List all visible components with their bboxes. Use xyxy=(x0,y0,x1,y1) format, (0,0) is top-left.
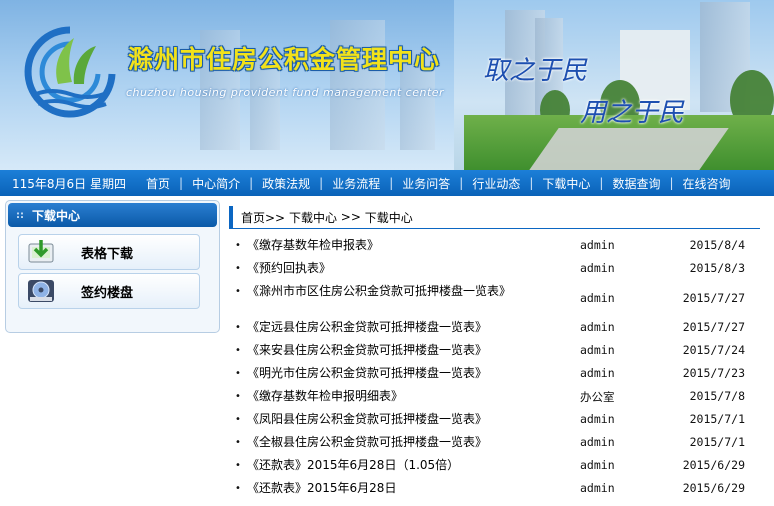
nav-separator: | xyxy=(529,176,534,190)
site-title: 滁州市住房公积金管理中心 xyxy=(128,45,441,74)
item-date: 2015/7/8 xyxy=(689,389,745,403)
download-link[interactable]: 《定远县住房公积金贷款可抵押楼盘一览表》 xyxy=(247,320,547,335)
nav-separator: | xyxy=(179,176,184,190)
sidebar-header: :: 下载中心 xyxy=(8,203,217,227)
nav-home[interactable]: 首页 xyxy=(140,175,176,192)
bullet-icon: • xyxy=(235,240,241,251)
item-date: 2015/6/29 xyxy=(682,458,745,472)
nav-separator: | xyxy=(599,176,604,190)
bullet-icon: • xyxy=(235,286,241,297)
bullet-icon: • xyxy=(235,263,241,274)
bullet-icon: • xyxy=(235,414,241,425)
nav-policies[interactable]: 政策法规 xyxy=(256,175,316,192)
download-list: • 《缴存基数年检申报表》 admin 2015/8/4 • 《预约回执表》 a… xyxy=(229,236,760,502)
main-content: 首页>> 下载中心 >> 下载中心 • 《缴存基数年检申报表》 admin 20… xyxy=(229,206,760,502)
download-icon xyxy=(25,237,57,267)
item-date: 2015/7/27 xyxy=(682,320,745,334)
bullet-icon: • xyxy=(235,460,241,471)
bullet-icon: • xyxy=(235,322,241,333)
item-author: admin xyxy=(580,343,615,357)
item-author: admin xyxy=(580,366,615,380)
site-banner: 滁州市住房公积金管理中心 chuzhou housing provident f… xyxy=(0,0,774,170)
breadcrumb-separator: >> xyxy=(340,210,361,224)
download-link[interactable]: 《凤阳县住房公积金贷款可抵押楼盘一览表》 xyxy=(247,412,547,427)
sidebar: :: 下载中心 表格下载 签约楼盘 xyxy=(5,200,220,333)
nav-process[interactable]: 业务流程 xyxy=(326,175,386,192)
list-item: • 《缴存基数年检申报表》 admin 2015/8/4 xyxy=(229,236,760,259)
list-item: • 《明光市住房公积金贷款可抵押楼盘一览表》 admin 2015/7/23 xyxy=(229,364,760,387)
banner-path xyxy=(529,128,729,170)
sidebar-item-label: 签约楼盘 xyxy=(81,285,134,301)
item-date: 2015/7/23 xyxy=(682,366,745,380)
item-date: 2015/8/3 xyxy=(689,261,745,275)
logo-icon xyxy=(24,26,116,118)
list-item: • 《还款表》2015年6月28日（1.05倍） admin 2015/6/29 xyxy=(229,456,760,479)
list-item: • 《定远县住房公积金贷款可抵押楼盘一览表》 admin 2015/7/27 xyxy=(229,318,760,341)
nav-separator: | xyxy=(319,176,324,190)
slogan-1: 取之于民 xyxy=(483,56,588,86)
breadcrumb-section[interactable]: 下载中心 xyxy=(289,209,337,226)
list-item: • 《凤阳县住房公积金贷款可抵押楼盘一览表》 admin 2015/7/1 xyxy=(229,410,760,433)
item-date: 2015/7/1 xyxy=(689,435,745,449)
nav-consult[interactable]: 在线咨询 xyxy=(677,175,737,192)
bullet-icon: • xyxy=(235,437,241,448)
list-item: • 《来安县住房公积金贷款可抵押楼盘一览表》 admin 2015/7/24 xyxy=(229,341,760,364)
nav-news[interactable]: 行业动态 xyxy=(466,175,526,192)
bullet-icon: • xyxy=(235,391,241,402)
list-item: • 《全椒县住房公积金贷款可抵押楼盘一览表》 admin 2015/7/1 xyxy=(229,433,760,456)
item-author: admin xyxy=(580,481,615,495)
nav-downloads[interactable]: 下载中心 xyxy=(536,175,596,192)
list-item: • 《还款表》2015年6月28日 admin 2015/6/29 xyxy=(229,479,760,502)
nav-faq[interactable]: 业务问答 xyxy=(396,175,456,192)
main-nav: 115年8月6日 星期四 首页 | 中心简介 | 政策法规 | 业务流程 | 业务问答 |… xyxy=(0,170,774,196)
nav-data-query[interactable]: 数据查询 xyxy=(606,175,666,192)
download-link[interactable]: 《滁州市市区住房公积金贷款可抵押楼盘一览表》 xyxy=(247,284,532,299)
list-item: • 《预约回执表》 admin 2015/8/3 xyxy=(229,259,760,282)
item-author: admin xyxy=(580,238,615,252)
list-item: • 《缴存基数年检申报明细表》 办公室 2015/7/8 xyxy=(229,387,760,410)
item-author: admin xyxy=(580,261,615,275)
sidebar-item-form-download[interactable]: 表格下载 xyxy=(18,234,200,270)
item-date: 2015/7/1 xyxy=(689,412,745,426)
bullet-icon: :: xyxy=(16,209,24,221)
nav-separator: | xyxy=(249,176,254,190)
item-author: admin xyxy=(580,412,615,426)
item-date: 2015/7/27 xyxy=(682,291,745,305)
nav-about[interactable]: 中心简介 xyxy=(186,175,246,192)
disc-icon xyxy=(25,276,57,306)
download-link[interactable]: 《预约回执表》 xyxy=(247,261,547,276)
list-item: • 《滁州市市区住房公积金贷款可抵押楼盘一览表》 admin 2015/7/27 xyxy=(229,282,760,318)
download-link[interactable]: 《明光市住房公积金贷款可抵押楼盘一览表》 xyxy=(247,366,547,381)
slogan-2: 用之于民 xyxy=(580,98,685,128)
download-link[interactable]: 《还款表》2015年6月28日（1.05倍） xyxy=(247,458,547,473)
sidebar-item-label: 表格下载 xyxy=(81,246,134,262)
bullet-icon: • xyxy=(235,368,241,379)
nav-separator: | xyxy=(669,176,674,190)
item-date: 2015/6/29 xyxy=(682,481,745,495)
item-author: admin xyxy=(580,320,615,334)
item-author: admin xyxy=(580,458,615,472)
download-link[interactable]: 《还款表》2015年6月28日 xyxy=(247,481,547,496)
item-author: admin xyxy=(580,291,615,305)
download-link[interactable]: 《来安县住房公积金贷款可抵押楼盘一览表》 xyxy=(247,343,547,358)
breadcrumb: 首页>> 下载中心 >> 下载中心 xyxy=(229,206,760,229)
breadcrumb-home[interactable]: 首页>> xyxy=(241,209,285,226)
nav-separator: | xyxy=(389,176,394,190)
download-link[interactable]: 《缴存基数年检申报明细表》 xyxy=(247,389,547,404)
bullet-icon: • xyxy=(235,345,241,356)
sidebar-item-signed-properties[interactable]: 签约楼盘 xyxy=(18,273,200,309)
site-subtitle: chuzhou housing provident fund managemen… xyxy=(126,86,445,99)
sidebar-title: 下载中心 xyxy=(32,208,81,223)
download-link[interactable]: 《缴存基数年检申报表》 xyxy=(247,238,547,253)
item-author: 办公室 xyxy=(580,390,615,404)
item-date: 2015/7/24 xyxy=(682,343,745,357)
download-link[interactable]: 《全椒县住房公积金贷款可抵押楼盘一览表》 xyxy=(247,435,547,450)
item-date: 2015/8/4 xyxy=(689,238,745,252)
nav-separator: | xyxy=(459,176,464,190)
nav-date: 115年8月6日 星期四 xyxy=(12,176,126,191)
bullet-icon: • xyxy=(235,483,241,494)
breadcrumb-current: 下载中心 xyxy=(364,210,413,225)
item-author: admin xyxy=(580,435,615,449)
